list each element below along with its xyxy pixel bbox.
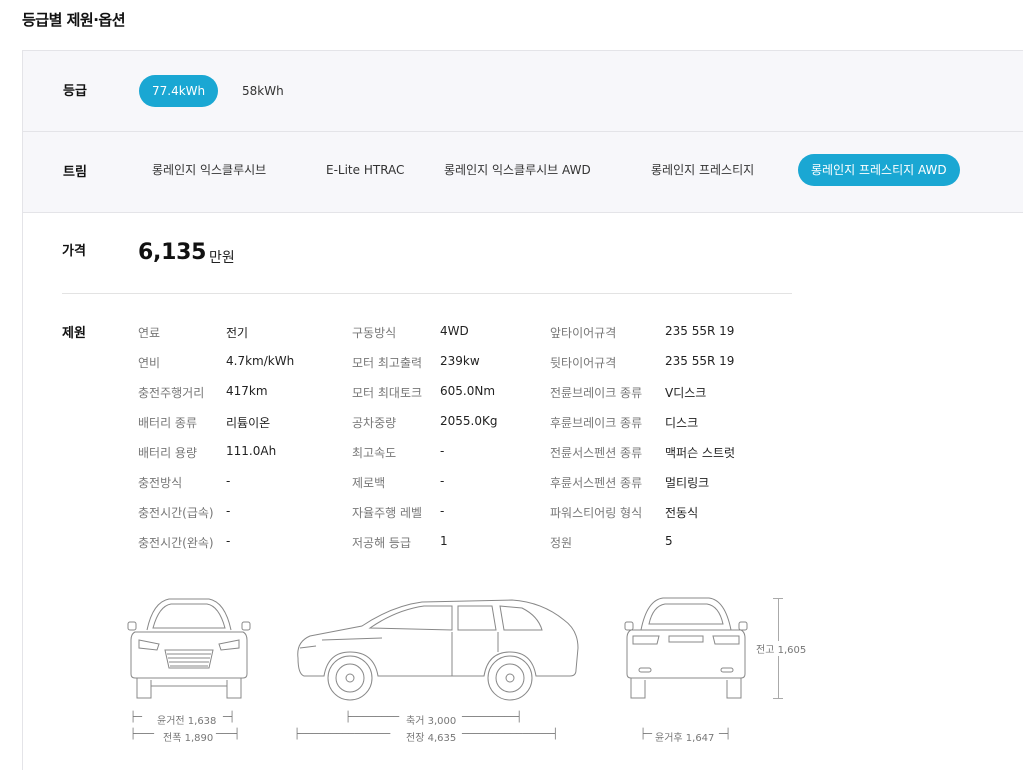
spec-value: 235 55R 19 (665, 354, 735, 368)
dim-rear-track-end: ─┤ (719, 729, 732, 740)
spec-key: 자율주행 레벨 (352, 506, 423, 520)
spec-key: 충전시간(급속) (138, 506, 214, 520)
divider (62, 293, 792, 294)
dim-front-track-line: ├─ (130, 712, 143, 723)
spec-label: 제원 (62, 326, 86, 341)
dim-height-tick-top (773, 598, 783, 599)
spec-value: V디스크 (665, 386, 707, 400)
spec-key: 앞타이어규격 (550, 326, 617, 340)
price-unit: 만원 (209, 250, 235, 266)
spec-value: 111.0Ah (226, 444, 277, 458)
spec-value: 전동식 (665, 506, 699, 520)
spec-key: 배터리 종류 (138, 416, 198, 430)
trim-option-elite-htrac[interactable]: E-Lite HTRAC (313, 154, 417, 186)
spec-key: 제로백 (352, 476, 386, 490)
spec-key: 전륜서스펜션 종류 (550, 446, 643, 460)
dim-width-line: ├─── (130, 729, 155, 740)
dim-rear-track: 윤거후 1,647 (655, 733, 715, 744)
trim-option-longrange-exclusive[interactable]: 롱레인지 익스클루시브 (139, 154, 279, 186)
car-rear-view-icon (624, 597, 748, 699)
dim-width-end: ───┤ (216, 729, 241, 740)
page-title: 등급별 제원·옵션 (22, 11, 126, 29)
dim-rear-track-line: ├─ (640, 729, 653, 740)
spec-key: 저공해 등급 (352, 536, 412, 550)
spec-value: 5 (665, 534, 673, 548)
spec-value: 4WD (440, 324, 469, 338)
spec-key: 정원 (550, 536, 573, 550)
spec-key: 충전주행거리 (138, 386, 205, 400)
dim-height-tick-bottom (773, 698, 783, 699)
dim-wheelbase-line: ├──────── (345, 712, 400, 723)
grade-option-58kwh[interactable]: 58kWh (229, 75, 297, 107)
trim-row: 트림 롱레인지 익스클루시브 E-Lite HTRAC 롱레인지 익스클루시브 … (23, 132, 1023, 213)
grade-option-77kwh[interactable]: 77.4kWh (139, 75, 219, 107)
spec-key: 파워스티어링 형식 (550, 506, 643, 520)
grade-label: 등급 (63, 84, 87, 99)
trim-option-longrange-prestige-awd[interactable]: 롱레인지 프레스티지 AWD (798, 154, 960, 186)
spec-value: - (226, 474, 231, 488)
spec-key: 연비 (138, 356, 161, 370)
spec-key: 후륜브레이크 종류 (550, 416, 643, 430)
car-front-view-icon (127, 598, 251, 699)
spec-value: - (226, 534, 231, 548)
trim-option-longrange-exclusive-awd[interactable]: 롱레인지 익스클루시브 AWD (431, 154, 604, 186)
spec-value: - (226, 504, 231, 518)
price-value: 6,135 (138, 240, 207, 265)
spec-value: 디스크 (665, 416, 699, 430)
car-side-view-icon (297, 599, 579, 701)
spec-key: 후륜서스펜션 종류 (550, 476, 643, 490)
spec-value: 전기 (226, 326, 249, 340)
dim-height: 전고 1,605 (754, 641, 809, 656)
spec-key: 연료 (138, 326, 161, 340)
spec-key: 뒷타이어규격 (550, 356, 617, 370)
spec-value: - (440, 444, 445, 458)
spec-value: 맥퍼슨 스트럿 (665, 446, 736, 460)
grade-row: 등급 77.4kWh 58kWh (23, 51, 1023, 132)
dim-width: 전폭 1,890 (163, 733, 214, 744)
spec-key: 충전방식 (138, 476, 183, 490)
dim-length-line: ├─────────────── (294, 729, 391, 740)
dim-front-track-end: ─┤ (223, 712, 236, 723)
spec-key: 모터 최대토크 (352, 386, 423, 400)
dim-wheelbase: 축거 3,000 (406, 716, 457, 727)
spec-value: 멀티링크 (665, 476, 710, 490)
price-label: 가격 (62, 244, 86, 259)
trim-label: 트림 (63, 165, 87, 180)
spec-value: 1 (440, 534, 448, 548)
spec-value: 417km (226, 384, 268, 398)
spec-key: 충전시간(완속) (138, 536, 214, 550)
spec-key: 모터 최고출력 (352, 356, 423, 370)
spec-key: 전륜브레이크 종류 (550, 386, 643, 400)
spec-value: 605.0Nm (440, 384, 496, 398)
spec-key: 최고속도 (352, 446, 397, 460)
spec-value: 리튬이온 (226, 416, 271, 430)
spec-value: 2055.0Kg (440, 414, 498, 428)
dim-length: 전장 4,635 (406, 733, 457, 744)
dim-front-track: 윤거전 1,638 (157, 716, 217, 727)
spec-value: 235 55R 19 (665, 324, 735, 338)
spec-value: 4.7km/kWh (226, 354, 295, 368)
trim-option-longrange-prestige[interactable]: 롱레인지 프레스티지 (638, 154, 767, 186)
spec-key: 배터리 용량 (138, 446, 198, 460)
spec-value: - (440, 474, 445, 488)
dim-length-end: ───────────────┤ (462, 729, 559, 740)
spec-key: 공차중량 (352, 416, 397, 430)
spec-value: 239kw (440, 354, 480, 368)
dim-wheelbase-end: ─────────┤ (462, 712, 523, 723)
spec-value: - (440, 504, 445, 518)
spec-key: 구동방식 (352, 326, 397, 340)
